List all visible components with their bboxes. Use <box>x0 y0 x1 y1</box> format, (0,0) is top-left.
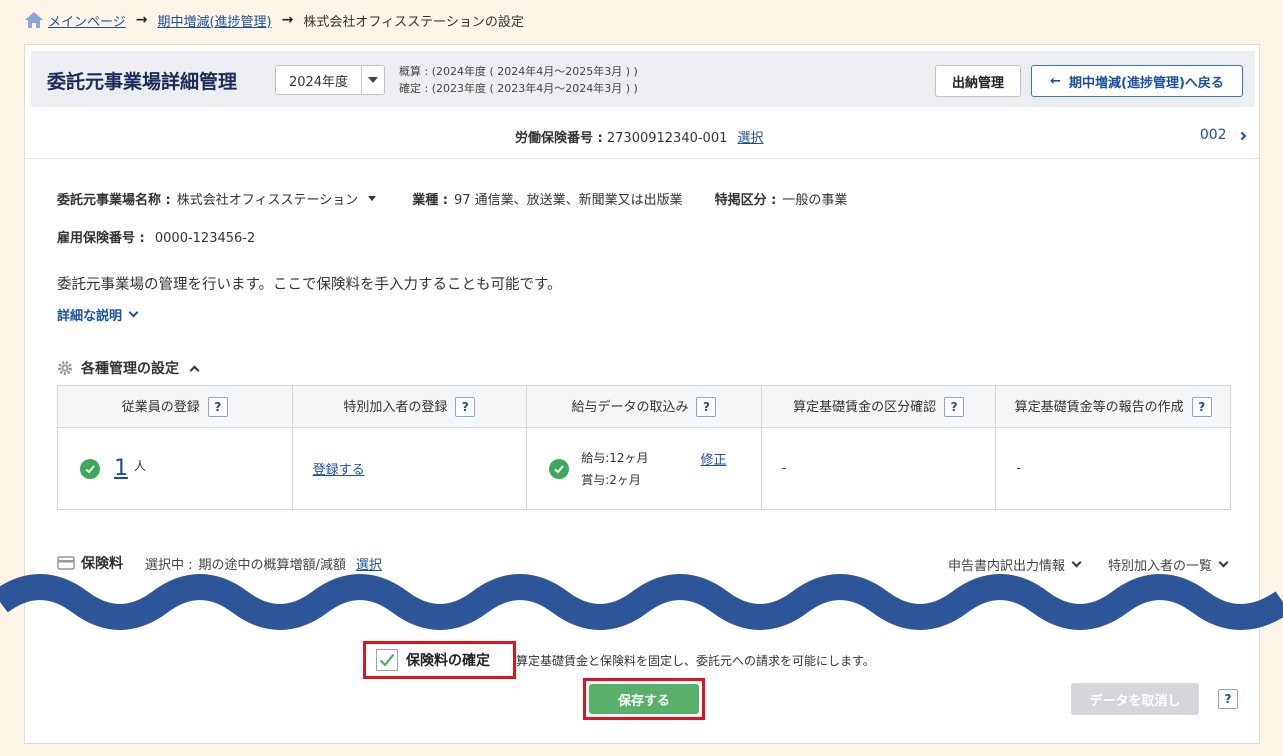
employment-insurance-value: 0000-123456-2 <box>154 231 256 246</box>
column-header: 給与データの取込み? <box>526 385 762 428</box>
wage-report-cell: - <box>995 427 1231 510</box>
employee-cell: 1 人 <box>57 427 293 510</box>
gear-icon <box>58 361 72 375</box>
column-header-label: 給与データの取込み <box>571 399 689 415</box>
employment-insurance-label: 雇用保険番号 : <box>57 231 145 246</box>
help-icon[interactable]: ? <box>455 397 476 418</box>
wage-category-value: - <box>781 461 787 476</box>
column-header-label: 従業員の登録 <box>121 399 200 415</box>
breadcrumb-home-link[interactable]: メインページ <box>48 11 126 30</box>
checkbox-checked-icon[interactable] <box>376 649 398 671</box>
check-circle-icon <box>549 458 570 479</box>
wage-category-cell: - <box>760 427 997 510</box>
chevron-down-icon <box>128 307 139 318</box>
cash-management-button[interactable]: 出納管理 <box>935 65 1021 97</box>
page-header: 委託元事業場詳細管理 2024年度 概算 : (2024年度 ( 2024年4月… <box>31 51 1255 107</box>
register-link[interactable]: 登録する <box>313 463 365 478</box>
chevron-down-icon <box>1218 557 1229 568</box>
breadcrumb-current: 株式会社オフィスステーションの設定 <box>303 14 524 30</box>
arrow-right-icon: → <box>281 12 294 28</box>
business-info: 委託元事業場名称 : 株式会社オフィスステーション 業種 : 97 通信業、放送… <box>57 189 847 208</box>
employee-count-link[interactable]: 1 <box>114 456 128 481</box>
fiscal-year-value: 2024年度 <box>276 66 362 94</box>
page-description: 委託元事業場の管理を行います。ここで保険料を手入力することも可能です。 <box>57 277 562 293</box>
column-header: 特別加入者の登録? <box>291 385 528 428</box>
arrow-right-icon: → <box>135 12 148 28</box>
back-to-progress-button[interactable]: ← 期中増減(進捗管理)へ戻る <box>1031 65 1243 97</box>
chevron-right-icon <box>1237 131 1247 141</box>
cancel-data-button[interactable]: データを取消し <box>1071 683 1199 715</box>
help-icon[interactable]: ? <box>944 397 965 418</box>
help-icon[interactable]: ? <box>1191 397 1212 418</box>
period-final: 確定 : (2023年度 ( 2023年4月～2024年3月 ) ) <box>399 82 638 95</box>
salary-summary: 給与:12ヶ月 賞与:2ヶ月 <box>581 447 648 491</box>
insurance-number: 労働保険番号 : 27300912340-001 選択 <box>515 127 764 146</box>
dropdown-icon[interactable] <box>368 196 377 201</box>
settings-table: 従業員の登録? 特別加入者の登録? 給与データの取込み? 算定基礎賃金の区分確認… <box>57 385 1231 510</box>
salary-months: 給与:12ヶ月 <box>581 450 649 465</box>
column-header: 算定基礎賃金の区分確認? <box>760 385 997 428</box>
special-category-value: 一般の事業 <box>782 193 848 208</box>
column-header-label: 特別加入者の登録 <box>343 399 448 415</box>
period-estimate: 概算 : (2024年度 ( 2024年4月～2025年3月 ) ) <box>399 65 638 78</box>
insurance-selected-prefix: 選択中 : <box>145 557 193 573</box>
back-button-label: 期中増減(進捗管理)へ戻る <box>1069 75 1224 91</box>
insurance-number-value: 27300912340-001 <box>606 131 728 146</box>
breadcrumb: メインページ → 期中増減(進捗管理) → 株式会社オフィスステーションの設定 <box>24 8 524 32</box>
column-header-label: 算定基礎賃金の区分確認 <box>793 399 937 415</box>
special-member-cell: 登録する <box>291 427 528 510</box>
period-info: 概算 : (2024年度 ( 2024年4月～2025年3月 ) ) 確定 : … <box>399 63 638 97</box>
special-category-label: 特掲区分 : <box>714 193 777 208</box>
settings-section-title[interactable]: 各種管理の設定 <box>57 358 200 378</box>
insurance-title: 保険料 <box>81 556 123 572</box>
breadcrumb-mid-link[interactable]: 期中増減(進捗管理) <box>157 11 271 30</box>
wage-report-value: - <box>1016 461 1022 476</box>
next-number-label: 002 <box>1199 127 1227 143</box>
detail-toggle-label: 詳細な説明 <box>57 309 123 324</box>
wave-separator <box>0 574 1283 630</box>
employee-unit: 人 <box>134 459 147 473</box>
table-row: 1 人 登録する 給与:12ヶ月 賞与:2ヶ月 修正 - - <box>57 427 1231 510</box>
fiscal-year-select[interactable]: 2024年度 <box>275 65 385 95</box>
help-icon[interactable]: ? <box>1218 689 1238 709</box>
page-title: 委託元事業場詳細管理 <box>47 71 238 93</box>
column-header-label: 算定基礎賃金等の報告の作成 <box>1014 399 1184 415</box>
business-name-label: 委託元事業場名称 : <box>57 193 171 208</box>
confirm-insurance-checkbox[interactable]: 保険料の確定 <box>363 641 516 679</box>
table-header-row: 従業員の登録? 特別加入者の登録? 給与データの取込み? 算定基礎賃金の区分確認… <box>57 385 1231 428</box>
save-button[interactable]: 保存する <box>589 684 699 714</box>
help-icon[interactable]: ? <box>207 397 228 418</box>
home-icon[interactable] <box>24 10 44 30</box>
industry-label: 業種 : <box>412 193 448 208</box>
column-header: 従業員の登録? <box>57 385 293 428</box>
detail-toggle[interactable]: 詳細な説明 <box>57 305 139 324</box>
confirm-insurance-label: 保険料の確定 <box>406 653 490 669</box>
help-icon[interactable]: ? <box>696 397 717 418</box>
insurance-number-select-link[interactable]: 選択 <box>738 131 764 146</box>
chevron-up-icon <box>189 365 200 375</box>
column-header: 算定基礎賃金等の報告の作成? <box>995 385 1231 428</box>
bonus-months: 賞与:2ヶ月 <box>581 472 641 487</box>
chevron-down-icon <box>1071 557 1082 568</box>
insurance-number-label: 労働保険番号 : <box>515 131 603 146</box>
insurance-number-row: 労働保険番号 : 27300912340-001 選択 002 <box>25 115 1259 159</box>
industry-value: 97 通信業、放送業、新聞業又は出版業 <box>453 193 683 208</box>
confirm-insurance-description: 算定基礎賃金と保険料を固定し、委託元への請求を可能にします。 <box>516 654 875 668</box>
salary-data-cell: 給与:12ヶ月 賞与:2ヶ月 修正 <box>526 427 762 510</box>
insurance-select-link[interactable]: 選択 <box>356 554 382 573</box>
settings-title-label: 各種管理の設定 <box>81 361 179 377</box>
edit-link[interactable]: 修正 <box>701 449 727 468</box>
insurance-selected-value: 期の途中の概算増額/減額 <box>198 557 346 573</box>
business-name-value[interactable]: 株式会社オフィスステーション <box>177 189 358 208</box>
employment-insurance-info: 雇用保険番号 : 0000-123456-2 <box>57 227 255 246</box>
arrow-left-icon: ← <box>1050 73 1061 89</box>
caret-down-icon[interactable] <box>362 66 384 94</box>
next-number-link[interactable]: 002 <box>1199 127 1247 143</box>
save-button-highlight: 保存する <box>583 678 705 720</box>
check-circle-icon <box>80 458 100 479</box>
main-panel: 委託元事業場詳細管理 2024年度 概算 : (2024年度 ( 2024年4月… <box>24 44 1260 744</box>
card-icon <box>57 556 75 570</box>
